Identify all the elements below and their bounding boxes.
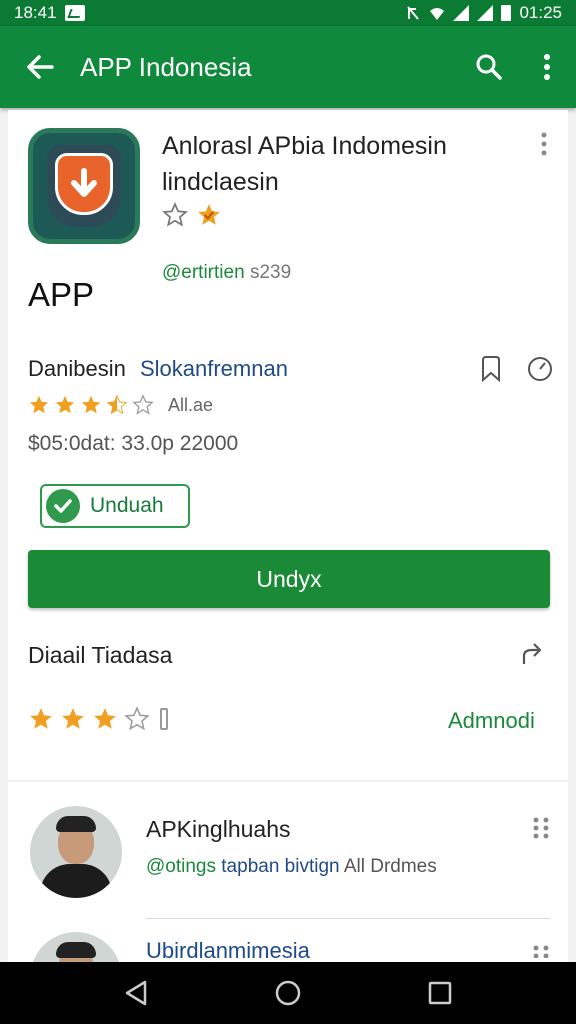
- review-menu-button[interactable]: [532, 816, 550, 840]
- review-sub-blue: tapban bivtign: [221, 856, 340, 877]
- rating-count: All.ae: [168, 394, 214, 415]
- chip-label: Unduah: [90, 494, 164, 517]
- category-row: Danibesin Slokanfremnan: [28, 356, 288, 382]
- rating-bar-icon: [160, 708, 168, 730]
- nav-home-button[interactable]: [258, 962, 318, 1024]
- circle-home-icon: [275, 980, 301, 1006]
- bookmark-icon[interactable]: [478, 354, 504, 382]
- more-vert-icon: [544, 54, 550, 80]
- no-sim-icon: [407, 6, 420, 20]
- back-button[interactable]: [0, 26, 80, 108]
- app-more-button[interactable]: [534, 132, 554, 156]
- nav-back-button[interactable]: [106, 962, 166, 1024]
- app-icon: [28, 128, 140, 244]
- share-icon: [522, 643, 542, 664]
- rating-row: All.ae: [28, 394, 213, 416]
- battery-icon: [501, 5, 512, 21]
- triangle-back-icon: [125, 980, 147, 1006]
- category-primary: Danibesin: [28, 356, 126, 381]
- wifi-icon: [430, 8, 445, 20]
- status-time-left: 18:41: [14, 3, 57, 22]
- app-label: APP: [28, 276, 95, 313]
- page-title: APP Indonesia: [80, 51, 252, 82]
- nav-recents-button[interactable]: [410, 962, 470, 1024]
- star-filled-icon: [81, 395, 101, 414]
- developer-line[interactable]: @ertirtien s239: [162, 262, 291, 284]
- search-button[interactable]: [460, 26, 518, 108]
- star-outline-icon: [132, 394, 154, 415]
- app-name: Anlorasl APbia Indomesin lindclaesin: [162, 132, 447, 196]
- download-arrow-icon: [71, 168, 97, 197]
- share-button[interactable]: [520, 640, 548, 673]
- review-subtitle: @otings tapban bivtign All Drdmes: [146, 856, 437, 878]
- info-line: $05:0dat: 33.0p 22000: [28, 432, 239, 455]
- more-vert-icon: [541, 132, 547, 156]
- divider: [146, 918, 550, 919]
- star-filled-icon: [29, 395, 49, 414]
- overflow-menu-button[interactable]: [518, 26, 576, 108]
- review-author-2[interactable]: Ubirdlanmimesia: [146, 938, 310, 964]
- star-filled-icon: [30, 708, 52, 729]
- badge-row: [162, 202, 222, 228]
- review-sub-gray: All Drdmes: [343, 856, 437, 877]
- avatar[interactable]: [30, 806, 122, 898]
- search-icon: [476, 54, 502, 80]
- star-outline-icon[interactable]: [162, 202, 188, 228]
- star-filled-icon: [62, 708, 84, 729]
- category-secondary-link[interactable]: Slokanfremnan: [140, 356, 288, 381]
- signal-icon: [453, 5, 470, 21]
- drag-handle-icon: [533, 817, 549, 839]
- status-bar: 18:41 01:25: [0, 0, 576, 26]
- timer-icon[interactable]: [526, 354, 554, 382]
- star-half-icon: [106, 394, 128, 415]
- details-rating-row: [28, 706, 168, 732]
- install-button[interactable]: Undyx: [28, 550, 550, 608]
- review-sub-green: @otings: [146, 856, 216, 877]
- developer-suffix: s239: [249, 262, 292, 283]
- reviews-card: APKinglhuahs @otings tapban bivtign All …: [8, 782, 568, 1024]
- review-author[interactable]: APKinglhuahs: [146, 816, 291, 843]
- app-detail-card: Anlorasl APbia Indomesin lindclaesin @er…: [8, 110, 568, 780]
- star-filled-icon: [55, 395, 75, 414]
- arrow-back-icon: [27, 55, 54, 79]
- premium-badge-icon: [198, 204, 220, 225]
- square-recents-icon: [428, 981, 452, 1005]
- details-title: Diaail Tiadasa: [28, 642, 173, 668]
- check-circle-icon: [46, 489, 80, 523]
- unduh-chip[interactable]: Unduah: [40, 484, 190, 528]
- developer-name: @ertirtien: [162, 262, 245, 283]
- drag-handle-icon: [533, 945, 549, 959]
- star-outline-icon: [124, 706, 150, 731]
- system-nav-bar: [0, 962, 576, 1024]
- notification-icon: [64, 5, 85, 21]
- status-time-right: 01:25: [519, 3, 562, 22]
- app-bar: APP Indonesia: [0, 26, 576, 108]
- admnodi-link[interactable]: Admnodi: [448, 708, 535, 734]
- star-filled-icon: [94, 708, 116, 729]
- signal-icon-2: [477, 5, 494, 21]
